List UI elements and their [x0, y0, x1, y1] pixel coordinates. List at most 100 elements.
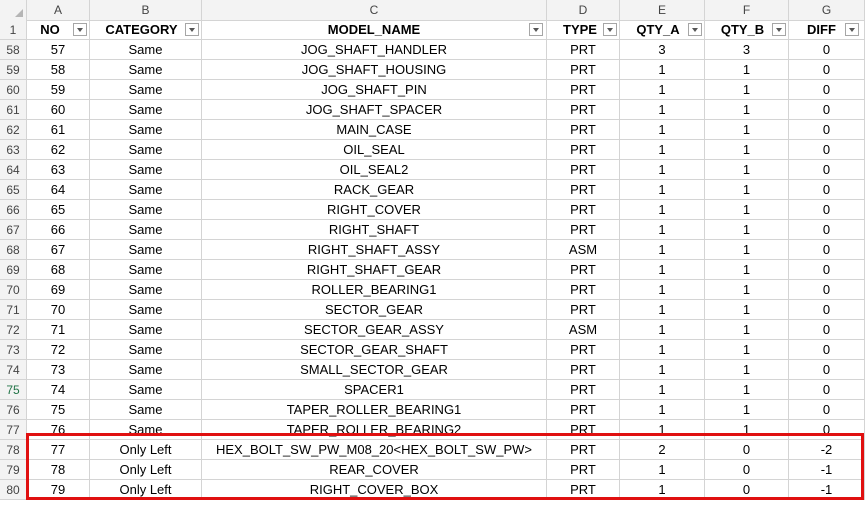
cell-type[interactable]: PRT [547, 440, 620, 460]
cell-qty-a[interactable]: 1 [620, 260, 705, 280]
cell-category[interactable]: Same [90, 300, 202, 320]
filter-dropdown-icon[interactable] [73, 23, 87, 36]
cell-model-name[interactable]: JOG_SHAFT_HOUSING [202, 60, 547, 80]
header-qty-a[interactable]: QTY_A [620, 20, 705, 40]
cell-model-name[interactable]: JOG_SHAFT_SPACER [202, 100, 547, 120]
cell-no[interactable]: 66 [27, 220, 90, 240]
row-number[interactable]: 66 [0, 200, 27, 220]
cell-category[interactable]: Same [90, 40, 202, 60]
cell-model-name[interactable]: TAPER_ROLLER_BEARING1 [202, 400, 547, 420]
cell-no[interactable]: 68 [27, 260, 90, 280]
cell-diff[interactable]: 0 [789, 300, 865, 320]
column-header-c[interactable]: C [202, 0, 547, 20]
cell-model-name[interactable]: JOG_SHAFT_PIN [202, 80, 547, 100]
cell-qty-a[interactable]: 1 [620, 380, 705, 400]
cell-no[interactable]: 70 [27, 300, 90, 320]
cell-qty-b[interactable]: 1 [705, 100, 789, 120]
cell-diff[interactable]: -1 [789, 480, 865, 500]
cell-no[interactable]: 59 [27, 80, 90, 100]
cell-type[interactable]: PRT [547, 380, 620, 400]
header-no[interactable]: NO [27, 20, 90, 40]
cell-qty-b[interactable]: 1 [705, 380, 789, 400]
cell-no[interactable]: 63 [27, 160, 90, 180]
cell-model-name[interactable]: JOG_SHAFT_HANDLER [202, 40, 547, 60]
cell-category[interactable]: Same [90, 380, 202, 400]
cell-no[interactable]: 69 [27, 280, 90, 300]
select-all-corner[interactable] [0, 0, 27, 20]
row-number[interactable]: 78 [0, 440, 27, 460]
column-header-g[interactable]: G [789, 0, 865, 20]
cell-qty-a[interactable]: 1 [620, 480, 705, 500]
cell-qty-b[interactable]: 1 [705, 60, 789, 80]
cell-category[interactable]: Same [90, 60, 202, 80]
row-number[interactable]: 73 [0, 340, 27, 360]
cell-model-name[interactable]: REAR_COVER [202, 460, 547, 480]
row-number[interactable]: 59 [0, 60, 27, 80]
cell-qty-b[interactable]: 1 [705, 280, 789, 300]
cell-category[interactable]: Same [90, 280, 202, 300]
row-number[interactable]: 58 [0, 40, 27, 60]
cell-type[interactable]: PRT [547, 340, 620, 360]
cell-category[interactable]: Same [90, 140, 202, 160]
cell-no[interactable]: 79 [27, 480, 90, 500]
row-number[interactable]: 61 [0, 100, 27, 120]
cell-qty-b[interactable]: 1 [705, 420, 789, 440]
cell-qty-a[interactable]: 1 [620, 280, 705, 300]
row-number[interactable]: 70 [0, 280, 27, 300]
cell-model-name[interactable]: SECTOR_GEAR_ASSY [202, 320, 547, 340]
cell-type[interactable]: PRT [547, 120, 620, 140]
cell-qty-a[interactable]: 1 [620, 200, 705, 220]
cell-diff[interactable]: 0 [789, 320, 865, 340]
row-number[interactable]: 72 [0, 320, 27, 340]
row-number[interactable]: 67 [0, 220, 27, 240]
cell-model-name[interactable]: SMALL_SECTOR_GEAR [202, 360, 547, 380]
cell-diff[interactable]: 0 [789, 420, 865, 440]
cell-type[interactable]: PRT [547, 40, 620, 60]
cell-model-name[interactable]: OIL_SEAL2 [202, 160, 547, 180]
cell-diff[interactable]: 0 [789, 240, 865, 260]
cell-qty-a[interactable]: 1 [620, 180, 705, 200]
cell-qty-a[interactable]: 1 [620, 420, 705, 440]
cell-qty-b[interactable]: 1 [705, 180, 789, 200]
cell-model-name[interactable]: RIGHT_SHAFT_GEAR [202, 260, 547, 280]
cell-qty-b[interactable]: 3 [705, 40, 789, 60]
cell-category[interactable]: Same [90, 420, 202, 440]
cell-qty-a[interactable]: 1 [620, 320, 705, 340]
cell-type[interactable]: PRT [547, 140, 620, 160]
cell-type[interactable]: PRT [547, 420, 620, 440]
cell-diff[interactable]: 0 [789, 140, 865, 160]
cell-qty-b[interactable]: 0 [705, 480, 789, 500]
cell-model-name[interactable]: RIGHT_COVER_BOX [202, 480, 547, 500]
row-number[interactable]: 76 [0, 400, 27, 420]
cell-model-name[interactable]: SECTOR_GEAR_SHAFT [202, 340, 547, 360]
cell-no[interactable]: 62 [27, 140, 90, 160]
cell-diff[interactable]: 0 [789, 40, 865, 60]
cell-qty-a[interactable]: 1 [620, 140, 705, 160]
cell-qty-a[interactable]: 1 [620, 120, 705, 140]
cell-no[interactable]: 75 [27, 400, 90, 420]
cell-qty-a[interactable]: 1 [620, 240, 705, 260]
row-number[interactable]: 71 [0, 300, 27, 320]
row-number[interactable]: 62 [0, 120, 27, 140]
cell-type[interactable]: PRT [547, 80, 620, 100]
cell-qty-a[interactable]: 1 [620, 340, 705, 360]
cell-model-name[interactable]: SECTOR_GEAR [202, 300, 547, 320]
cell-qty-a[interactable]: 1 [620, 220, 705, 240]
cell-qty-b[interactable]: 1 [705, 320, 789, 340]
cell-category[interactable]: Same [90, 340, 202, 360]
cell-type[interactable]: ASM [547, 240, 620, 260]
filter-dropdown-icon[interactable] [603, 23, 617, 36]
cell-qty-a[interactable]: 1 [620, 400, 705, 420]
cell-category[interactable]: Same [90, 120, 202, 140]
cell-model-name[interactable]: MAIN_CASE [202, 120, 547, 140]
cell-category[interactable]: Same [90, 260, 202, 280]
cell-diff[interactable]: 0 [789, 260, 865, 280]
cell-diff[interactable]: 0 [789, 80, 865, 100]
cell-no[interactable]: 60 [27, 100, 90, 120]
cell-category[interactable]: Only Left [90, 460, 202, 480]
cell-diff[interactable]: 0 [789, 100, 865, 120]
cell-qty-a[interactable]: 1 [620, 160, 705, 180]
cell-qty-b[interactable]: 1 [705, 300, 789, 320]
cell-category[interactable]: Same [90, 160, 202, 180]
row-number[interactable]: 75 [0, 380, 27, 400]
